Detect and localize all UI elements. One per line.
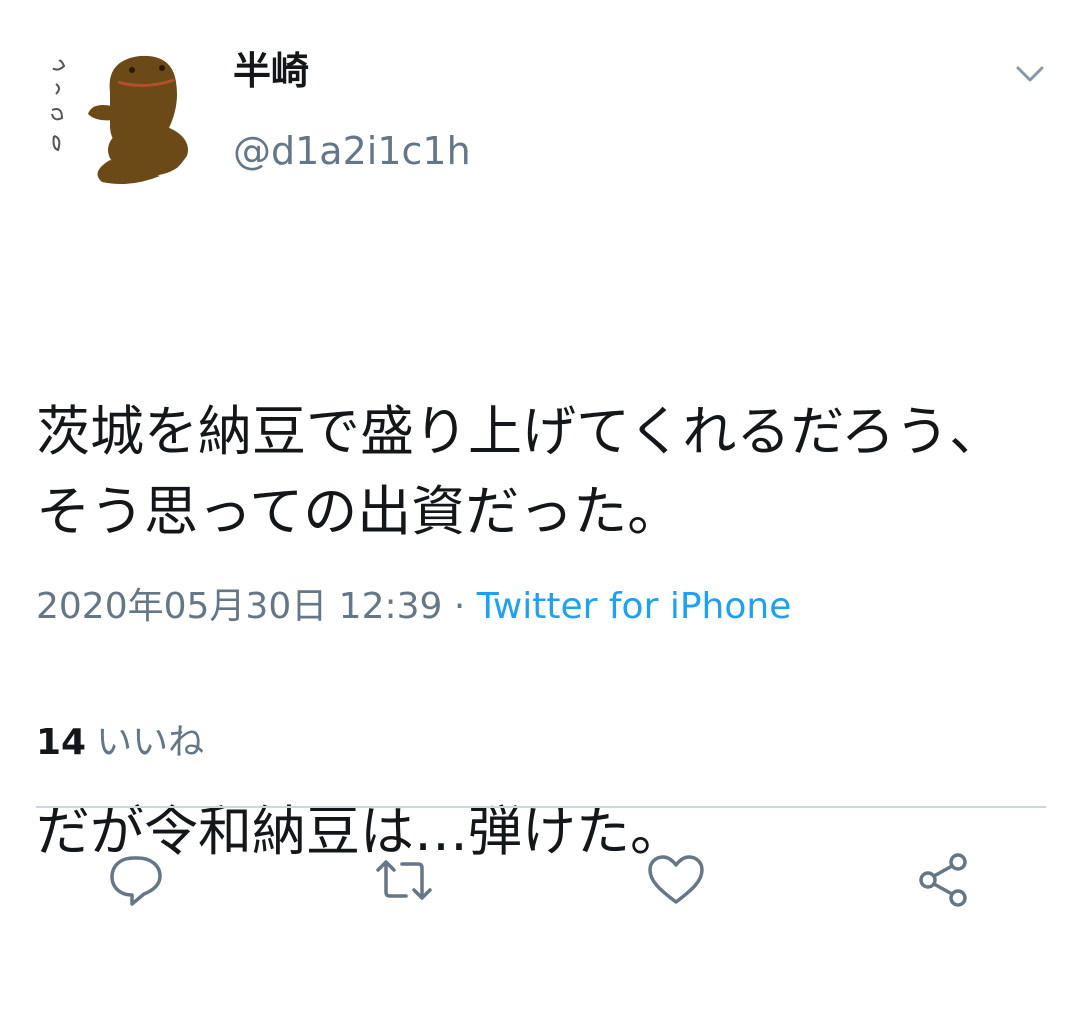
user-handle[interactable]: @d1a2i1c1h [233,128,471,174]
chevron-down-icon [1016,66,1044,82]
tweet-paragraph-2: だが令和納豆は…弾けた。 [36,800,684,863]
tweet: 半崎 @d1a2i1c1h 茨城を納豆で盛り上げてくれるだろう、そう思っての出資… [0,0,1080,949]
source-link[interactable]: Twitter for iPhone [477,586,792,627]
display-name[interactable]: 半崎 [233,48,309,94]
like-button[interactable] [644,848,708,912]
avatar[interactable] [40,32,200,192]
reply-button[interactable] [104,848,168,912]
meta-separator: · [442,586,477,627]
reply-icon [110,856,162,906]
heart-icon [648,855,704,904]
salamander-avatar-icon [51,55,188,184]
likes-label: いいね [96,722,205,763]
tweet-text: 茨城を納豆で盛り上げてくれるだろう、そう思っての出資だった。 だが令和納豆は…弾… [36,232,1046,1032]
tweet-paragraph-1: 茨城を納豆で盛り上げてくれるだろう、そう思っての出資だった。 [36,400,1004,543]
retweet-button[interactable] [372,848,436,912]
likes-count: 14 [36,722,87,763]
likes-stat[interactable]: 14 いいね [36,718,204,768]
share-button[interactable] [912,848,976,912]
tweet-menu-button[interactable] [1008,56,1052,92]
retweet-icon [376,860,432,900]
divider [36,806,1046,808]
tweet-metadata: 2020年05月30日 12:39 · Twitter for iPhone [36,582,791,632]
timestamp[interactable]: 2020年05月30日 12:39 [36,586,442,627]
share-icon [919,853,967,907]
